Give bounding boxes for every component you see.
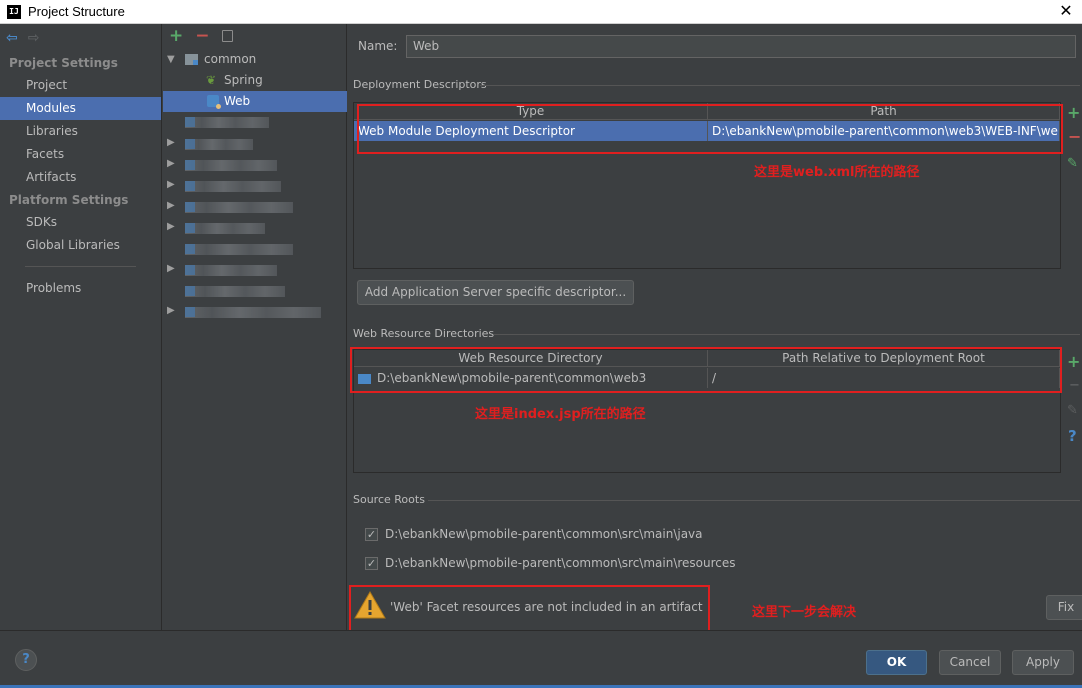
tree-node-common[interactable]: ▼ common — [163, 49, 347, 70]
module-tree-panel: + − ▼ common ❦ Spring Web ▶ ▶ ▶ ▶ ▶ ▶ ▶ — [163, 24, 347, 630]
source-root-resources[interactable]: ✓ D:\ebankNew\pmobile-parent\common\src\… — [365, 554, 736, 572]
name-label: Name: — [358, 39, 398, 53]
edit-web-resource-icon: ✎ — [1067, 403, 1078, 418]
tree-toolbar: + − — [163, 24, 346, 48]
chevron-right-icon[interactable]: ▶ — [167, 200, 175, 211]
source-roots-title: Source Roots — [353, 493, 425, 506]
platform-settings-heading: Platform Settings — [9, 193, 129, 207]
tree-node-label: common — [204, 52, 257, 66]
sidebar-divider — [25, 266, 136, 267]
group-divider — [480, 85, 1080, 86]
redacted-module — [185, 265, 277, 276]
fix-button[interactable]: Fix — [1046, 595, 1082, 620]
project-settings-heading: Project Settings — [9, 56, 118, 70]
web-resource-directories-title: Web Resource Directories — [353, 327, 495, 340]
window-title: Project Structure — [28, 4, 125, 19]
spring-leaf-icon: ❦ — [206, 73, 217, 87]
chevron-right-icon[interactable]: ▶ — [167, 221, 175, 232]
help-icon[interactable]: ? — [1068, 428, 1077, 444]
close-icon[interactable]: ✕ — [1056, 1, 1076, 21]
group-divider — [428, 500, 1080, 501]
edit-descriptor-icon[interactable]: ✎ — [1067, 156, 1078, 172]
annotation-box — [350, 347, 1062, 393]
chevron-right-icon[interactable]: ▶ — [167, 137, 175, 148]
intellij-logo-icon: IJ — [7, 4, 21, 19]
web-facet-icon — [207, 95, 221, 109]
add-web-resource-icon[interactable]: + — [1067, 354, 1080, 370]
add-descriptor-icon[interactable]: + — [1067, 105, 1080, 121]
chevron-right-icon[interactable]: ▶ — [167, 305, 175, 316]
chevron-down-icon[interactable]: ▼ — [167, 49, 175, 70]
ok-button[interactable]: OK — [866, 650, 927, 675]
copy-icon[interactable] — [221, 30, 233, 42]
sidebar-item-facets[interactable]: Facets — [0, 143, 161, 166]
module-web-facet-panel: Name: Web Deployment Descriptors Type Pa… — [348, 24, 1082, 636]
sidebar-item-project[interactable]: Project — [0, 74, 161, 97]
group-divider — [494, 334, 1080, 335]
name-field[interactable]: Web — [406, 35, 1076, 58]
redacted-module — [185, 307, 321, 318]
nav-arrows: ⇦ ⇨ — [0, 24, 161, 52]
redacted-module — [185, 223, 265, 234]
remove-descriptor-icon[interactable]: − — [1068, 129, 1081, 145]
annotation-box — [357, 104, 1063, 154]
annotation-web-xml: 这里是web.xml所在的路径 — [754, 165, 920, 180]
tree-node-label: Web — [224, 94, 251, 108]
add-server-descriptor-button[interactable]: Add Application Server specific descript… — [357, 280, 634, 305]
tree-node-web[interactable]: Web — [163, 91, 347, 112]
checkbox[interactable]: ✓ — [365, 556, 378, 570]
chevron-right-icon[interactable]: ▶ — [167, 158, 175, 169]
tree-node-spring[interactable]: ❦ Spring — [163, 70, 347, 91]
arrow-right-icon: ⇨ — [27, 30, 40, 46]
annotation-index-jsp: 这里是index.jsp所在的路径 — [475, 407, 646, 422]
checkbox[interactable]: ✓ — [365, 527, 378, 541]
redacted-module — [185, 160, 277, 171]
sidebar-item-artifacts[interactable]: Artifacts — [0, 166, 161, 189]
chevron-right-icon[interactable]: ▶ — [167, 179, 175, 190]
settings-sidebar: ⇦ ⇨ Project Settings Project Modules Lib… — [0, 24, 162, 630]
module-folder-icon — [185, 54, 198, 65]
annotation-next-step: 这里下一步会解决 — [752, 605, 857, 620]
redacted-module — [185, 286, 285, 297]
chevron-right-icon[interactable]: ▶ — [167, 263, 175, 274]
source-root-java[interactable]: ✓ D:\ebankNew\pmobile-parent\common\src\… — [365, 525, 703, 543]
sidebar-item-libraries[interactable]: Libraries — [0, 120, 161, 143]
annotation-box — [349, 585, 710, 636]
tree-node-label: Spring — [224, 73, 263, 87]
source-root-path: D:\ebankNew\pmobile-parent\common\src\ma… — [385, 527, 703, 541]
redacted-module — [185, 139, 253, 150]
source-root-path: D:\ebankNew\pmobile-parent\common\src\ma… — [385, 556, 736, 570]
redacted-module — [185, 202, 293, 213]
redacted-module — [185, 181, 281, 192]
apply-button[interactable]: Apply — [1012, 650, 1074, 675]
help-button[interactable]: ? — [15, 649, 37, 671]
sidebar-item-modules[interactable]: Modules — [0, 97, 161, 120]
cancel-button[interactable]: Cancel — [939, 650, 1001, 675]
add-icon[interactable]: + — [169, 26, 183, 46]
redacted-module — [185, 244, 293, 255]
sidebar-item-global-libraries[interactable]: Global Libraries — [0, 234, 161, 257]
dialog-footer: ? OK Cancel Apply — [0, 630, 1082, 688]
sidebar-item-problems[interactable]: Problems — [0, 277, 161, 300]
remove-icon[interactable]: − — [195, 26, 209, 46]
sidebar-item-sdks[interactable]: SDKs — [0, 211, 161, 234]
redacted-module — [185, 117, 269, 128]
remove-web-resource-icon: − — [1069, 378, 1080, 393]
arrow-left-icon[interactable]: ⇦ — [6, 30, 18, 46]
deployment-descriptors-title: Deployment Descriptors — [353, 78, 487, 91]
title-bar: IJ Project Structure ✕ — [0, 0, 1082, 24]
